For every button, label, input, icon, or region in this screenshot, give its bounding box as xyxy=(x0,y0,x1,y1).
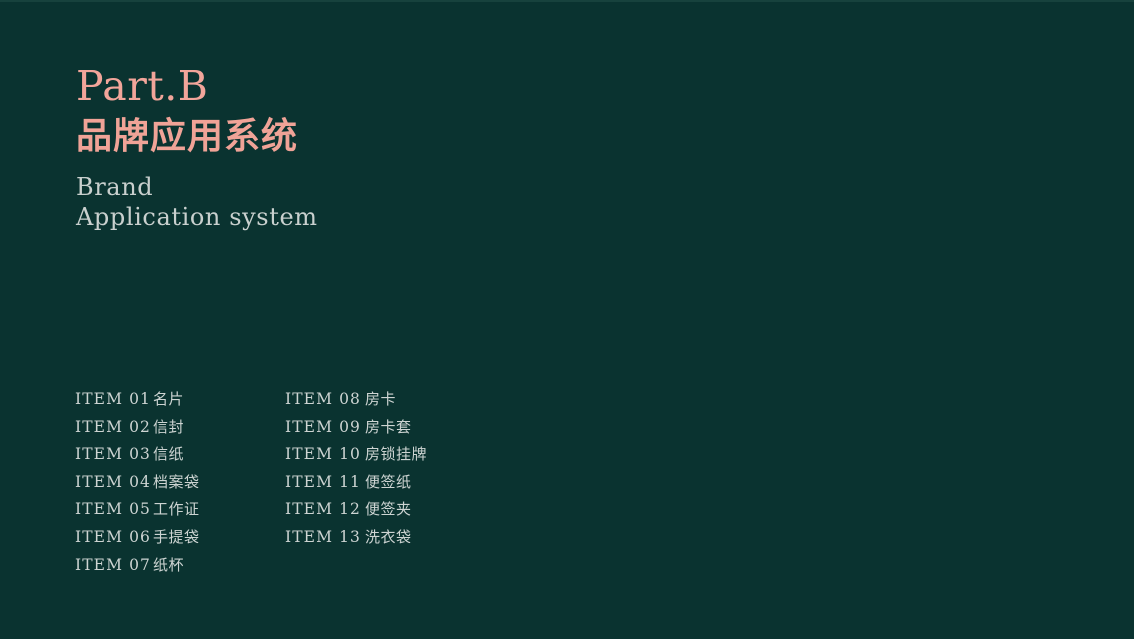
list-item-code: ITEM 02 xyxy=(75,417,151,436)
list-item-code: ITEM 12 xyxy=(285,500,361,519)
list-item-code: ITEM 09 xyxy=(285,417,361,436)
subtitle-line-2: Application system xyxy=(76,203,318,231)
list-item[interactable]: ITEM 03 信纸 xyxy=(75,444,285,472)
list-item-code: ITEM 11 xyxy=(285,472,361,491)
top-edge-rule xyxy=(0,0,1134,2)
list-item[interactable]: ITEM 09 房卡套 xyxy=(285,417,505,445)
list-item-code: ITEM 01 xyxy=(75,390,151,408)
list-item-code: ITEM 08 xyxy=(285,390,361,408)
item-column-left: ITEM 01 名片 ITEM 02 信封 ITEM 03 信纸 ITEM 04 档案袋 ITE… xyxy=(75,389,285,582)
list-item-label: 房卡套 xyxy=(365,417,412,436)
list-item-label: 房锁挂牌 xyxy=(365,445,428,464)
page-title: 品牌应用系统 xyxy=(76,116,299,157)
list-item-code: ITEM 13 xyxy=(285,527,361,546)
item-column-right: ITEM 08 房卡 ITEM 09 房卡套 ITEM 10 房锁挂牌 ITEM 11 便签纸… xyxy=(285,389,505,555)
list-item[interactable]: ITEM 10 房锁挂牌 xyxy=(285,444,505,472)
list-item-label: 信封 xyxy=(153,417,185,436)
list-item[interactable]: ITEM 04 档案袋 xyxy=(75,472,285,500)
list-item-code: ITEM 10 xyxy=(285,445,361,464)
list-item-code: ITEM 04 xyxy=(75,472,151,491)
list-item-label: 工作证 xyxy=(153,500,200,519)
list-item-label: 房卡 xyxy=(365,390,397,408)
list-item-label: 纸杯 xyxy=(153,555,185,574)
title-block: Part.B 品牌应用系统 Brand Application system xyxy=(76,62,676,232)
list-item-code: ITEM 03 xyxy=(75,445,151,464)
subtitle-line-1: Brand xyxy=(76,173,154,201)
list-item[interactable]: ITEM 12 便签夹 xyxy=(285,499,505,527)
part-label: Part.B xyxy=(76,62,209,110)
list-item-label: 洗衣袋 xyxy=(365,527,412,546)
list-item-label: 档案袋 xyxy=(153,472,200,491)
item-list: ITEM 01 名片 ITEM 02 信封 ITEM 03 信纸 ITEM 04 档案袋 ITE… xyxy=(75,389,505,582)
list-item[interactable]: ITEM 13 洗衣袋 xyxy=(285,527,505,555)
subtitle: Brand Application system xyxy=(76,172,676,232)
list-item-code: ITEM 06 xyxy=(75,527,151,546)
list-item[interactable]: ITEM 06 手提袋 xyxy=(75,527,285,555)
list-item[interactable]: ITEM 05 工作证 xyxy=(75,499,285,527)
list-item[interactable]: ITEM 08 房卡 xyxy=(285,389,505,417)
list-item-label: 便签夹 xyxy=(365,500,412,519)
list-item[interactable]: ITEM 11 便签纸 xyxy=(285,472,505,500)
list-item-label: 名片 xyxy=(153,390,185,408)
list-item-code: ITEM 05 xyxy=(75,500,151,519)
list-item-code: ITEM 07 xyxy=(75,555,151,574)
slide-canvas: Part.B 品牌应用系统 Brand Application system I… xyxy=(0,0,1134,639)
list-item[interactable]: ITEM 02 信封 xyxy=(75,417,285,445)
list-item-label: 手提袋 xyxy=(153,527,200,546)
list-item[interactable]: ITEM 01 名片 xyxy=(75,389,285,417)
list-item-label: 信纸 xyxy=(153,445,185,464)
list-item[interactable]: ITEM 07 纸杯 xyxy=(75,555,285,583)
list-item-label: 便签纸 xyxy=(365,472,412,491)
